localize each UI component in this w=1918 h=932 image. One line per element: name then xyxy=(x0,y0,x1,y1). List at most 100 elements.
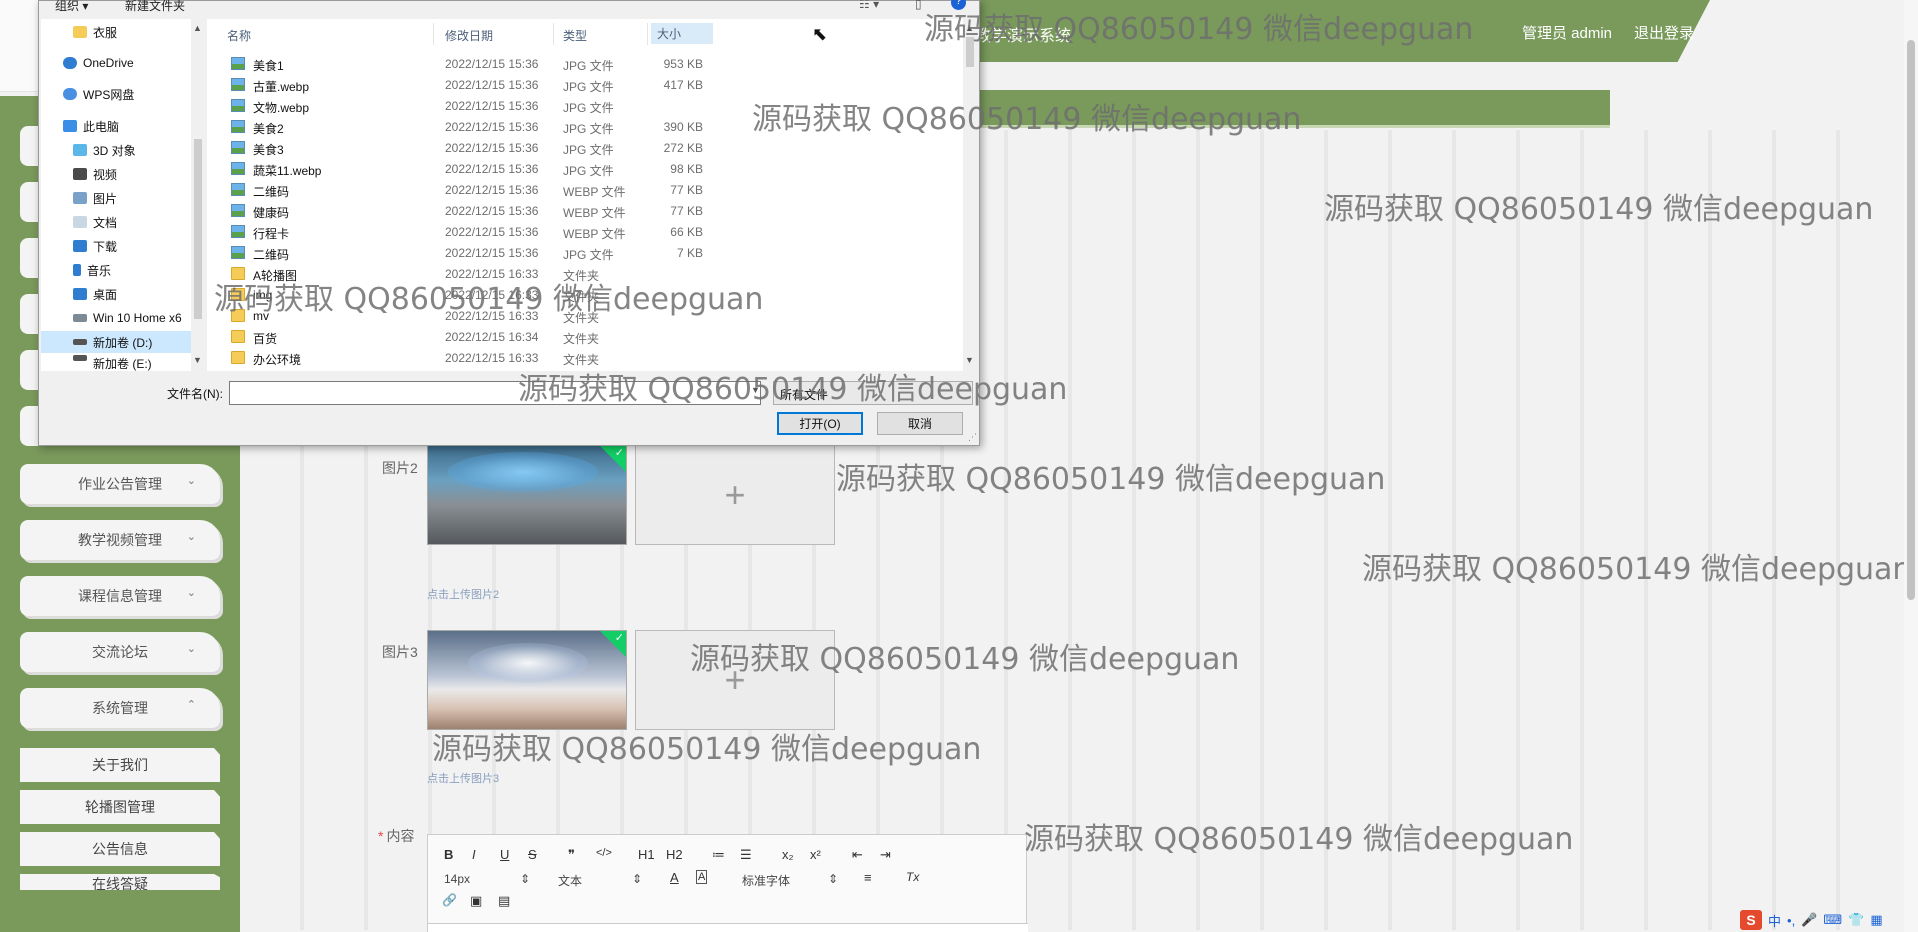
organize-button[interactable]: 组织 ▾ xyxy=(55,0,88,14)
column-separator[interactable] xyxy=(647,23,648,45)
folder-row[interactable]: 百货 2022/12/15 16:34 文件夹 xyxy=(231,326,831,347)
image-icon[interactable]: ▣ xyxy=(470,893,482,909)
skin-icon[interactable]: 👕 xyxy=(1848,912,1864,928)
nav-scrollbar[interactable]: ▲ ▼ xyxy=(191,19,205,371)
sidebar-menu-forum[interactable]: 交流论坛 ⌄ xyxy=(20,632,220,672)
nav-item-documents[interactable]: 文档 xyxy=(41,211,191,233)
nav-item-system-drive[interactable]: Win 10 Home x6 xyxy=(41,307,191,329)
chevron-up-icon[interactable]: ▲ xyxy=(193,23,202,33)
page-scrollbar[interactable] xyxy=(1904,0,1918,932)
nav-scroll-thumb[interactable] xyxy=(194,139,202,319)
superscript-button[interactable]: x² xyxy=(810,847,821,862)
video-icon[interactable]: ▤ xyxy=(498,893,510,909)
submenu-carousel[interactable]: 轮播图管理 xyxy=(20,790,220,824)
file-row[interactable]: 美食3 2022/12/15 15:36 JPG 文件 272 KB xyxy=(231,137,831,158)
link-icon[interactable]: 🔗 xyxy=(442,893,457,907)
subscript-button[interactable]: x₂ xyxy=(782,847,794,862)
chevron-down-icon[interactable]: ▼ xyxy=(193,355,202,365)
indent-button[interactable]: ⇥ xyxy=(880,847,891,863)
ime-language[interactable]: 中 xyxy=(1768,911,1781,930)
ordered-list-button[interactable]: ≔ xyxy=(712,847,725,863)
pic3-upload-hint[interactable]: 点击上传图片3 xyxy=(427,770,499,786)
nav-item-3d-objects[interactable]: 3D 对象 xyxy=(41,139,191,161)
file-list-scrollbar[interactable]: ▲ ▼ xyxy=(963,19,977,371)
nav-item-wps-drive[interactable]: WPS网盘 xyxy=(41,83,191,105)
sidebar-menu-course-info[interactable]: 课程信息管理 ⌄ xyxy=(20,576,220,616)
file-row[interactable]: 行程卡 2022/12/15 15:36 WEBP 文件 66 KB xyxy=(231,221,831,242)
microphone-icon[interactable]: 🎤 xyxy=(1801,912,1817,928)
bullet-list-button[interactable]: ☰ xyxy=(740,847,752,863)
file-row[interactable]: 美食2 2022/12/15 15:36 JPG 文件 390 KB xyxy=(231,116,831,137)
sidebar-menu-hidden[interactable] xyxy=(20,126,40,166)
nav-item-downloads[interactable]: 下载 xyxy=(41,235,191,257)
column-date[interactable]: 修改日期 xyxy=(445,27,493,44)
page-scroll-thumb[interactable] xyxy=(1907,40,1915,600)
sidebar-menu-hidden[interactable] xyxy=(20,406,40,446)
preview-pane-icon[interactable]: ▯ xyxy=(915,0,922,11)
underline-button[interactable]: U xyxy=(500,847,509,862)
clear-format-icon[interactable]: Tx xyxy=(906,870,919,884)
quote-button[interactable]: ❞ xyxy=(568,847,575,863)
sidebar-menu-homework-notice[interactable]: 作业公告管理 ⌄ xyxy=(20,464,220,504)
editor-content-area[interactable] xyxy=(428,923,1028,932)
nav-item-drive-d[interactable]: 新加卷 (D:) xyxy=(41,331,191,353)
file-row[interactable]: 美食1 2022/12/15 15:36 JPG 文件 953 KB xyxy=(231,53,831,74)
submenu-notice[interactable]: 公告信息 xyxy=(20,832,220,866)
nav-item-onedrive[interactable]: OneDrive xyxy=(41,52,191,74)
file-row[interactable]: 健康码 2022/12/15 15:36 WEBP 文件 77 KB xyxy=(231,200,831,221)
sidebar-menu-hidden[interactable] xyxy=(20,294,40,334)
file-row[interactable]: 二维码 2022/12/15 15:36 WEBP 文件 77 KB xyxy=(231,179,831,200)
font-family-select[interactable]: 标准字体 xyxy=(742,872,790,889)
submenu-qa[interactable]: 在线答疑 xyxy=(20,874,220,890)
sidebar-menu-hidden[interactable] xyxy=(20,350,40,390)
background-color-icon[interactable]: A xyxy=(696,870,708,884)
pic2-upload-hint[interactable]: 点击上传图片2 xyxy=(427,586,499,602)
logout-link[interactable]: 退出登录 xyxy=(1634,22,1694,43)
sogou-logo-icon[interactable]: S xyxy=(1740,910,1762,930)
nav-item-this-pc[interactable]: 此电脑 xyxy=(41,115,191,137)
bold-button[interactable]: B xyxy=(444,847,453,862)
submenu-about-us[interactable]: 关于我们 xyxy=(20,748,220,782)
h1-button[interactable]: H1 xyxy=(638,847,655,862)
toolbox-icon[interactable]: ▦ xyxy=(1870,912,1882,928)
nav-item-drive-e[interactable]: 新加卷 (E:) xyxy=(41,355,191,371)
code-button[interactable]: </> xyxy=(596,847,612,859)
cancel-button[interactable]: 取消 xyxy=(877,412,963,435)
nav-item-music[interactable]: 音乐 xyxy=(41,259,191,281)
ime-toolbar[interactable]: S 中 •, 🎤 ⌨ 👕 ▦ xyxy=(1740,908,1904,932)
file-row[interactable]: 文物.webp 2022/12/15 15:36 JPG 文件 xyxy=(231,95,831,116)
nav-item-videos[interactable]: 视频 xyxy=(41,163,191,185)
pic2-thumbnail[interactable]: ✓ xyxy=(427,445,627,545)
resize-grip-icon[interactable]: ⋰ xyxy=(968,432,977,443)
column-separator[interactable] xyxy=(553,23,554,45)
pic3-thumbnail[interactable]: ✓ xyxy=(427,630,627,730)
column-type[interactable]: 类型 xyxy=(563,27,587,44)
heading-select[interactable]: 文本 xyxy=(558,872,582,889)
new-folder-button[interactable]: 新建文件夹 xyxy=(125,0,185,14)
view-options-icon[interactable]: ☷ ▾ xyxy=(859,0,879,11)
font-size-select[interactable]: 14px xyxy=(444,872,470,886)
file-row[interactable]: 二维码 2022/12/15 15:36 JPG 文件 7 KB xyxy=(231,242,831,263)
ime-punctuation[interactable]: •, xyxy=(1787,913,1795,928)
font-color-icon[interactable]: A xyxy=(670,870,679,885)
file-row[interactable]: 古董.webp 2022/12/15 15:36 JPG 文件 417 KB xyxy=(231,74,831,95)
h2-button[interactable]: H2 xyxy=(666,847,683,862)
sidebar-menu-teaching-video[interactable]: 教学视频管理 ⌄ xyxy=(20,520,220,560)
column-size[interactable]: 大小 xyxy=(651,23,713,44)
sidebar-menu-hidden[interactable] xyxy=(20,238,40,278)
nav-item-pictures[interactable]: 图片 xyxy=(41,187,191,209)
sidebar-menu-hidden[interactable] xyxy=(20,182,40,222)
nav-item-clothes[interactable]: 衣服 xyxy=(41,21,191,43)
open-button[interactable]: 打开(O) xyxy=(777,412,863,435)
italic-button[interactable]: I xyxy=(472,847,476,862)
sidebar-menu-system[interactable]: 系统管理 ⌃ xyxy=(20,688,220,728)
keyboard-icon[interactable]: ⌨ xyxy=(1823,912,1842,928)
column-name[interactable]: 名称 xyxy=(227,27,251,44)
file-row[interactable]: 蔬菜11.webp 2022/12/15 15:36 JPG 文件 98 KB xyxy=(231,158,831,179)
align-icon[interactable]: ≡ xyxy=(864,870,872,885)
outdent-button[interactable]: ⇤ xyxy=(852,847,863,863)
column-separator[interactable] xyxy=(433,23,434,45)
pic2-upload-button[interactable]: + xyxy=(635,445,835,545)
nav-item-desktop[interactable]: 桌面 xyxy=(41,283,191,305)
strike-button[interactable]: S xyxy=(528,847,537,862)
